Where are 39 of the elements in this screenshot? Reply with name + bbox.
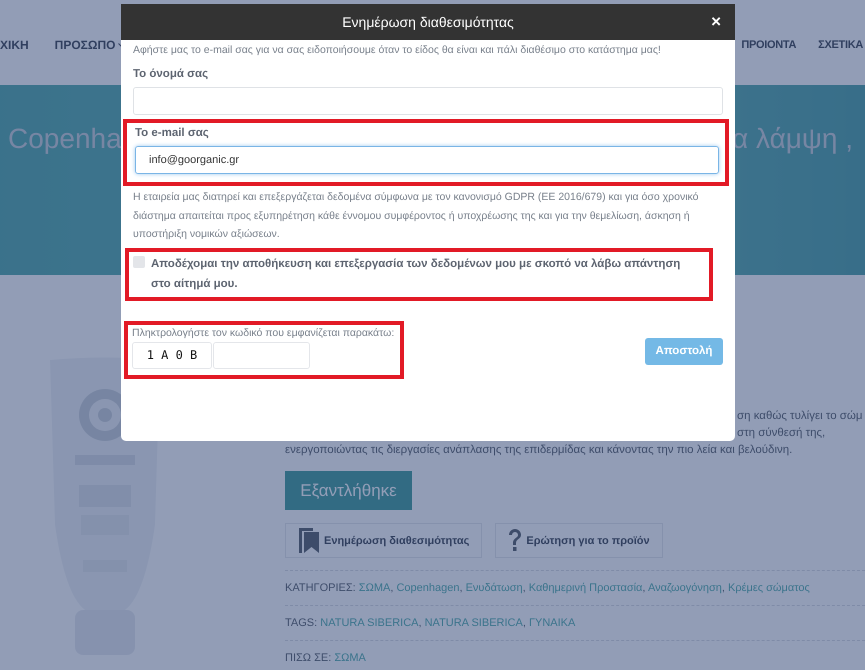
nav-link[interactable]: ΣΧΕΤΙΚΑ [818,39,863,51]
action-button[interactable]: Ενημέρωση διαθεσιμότητας [285,523,482,558]
meta-link[interactable]: ΣΩΜΑ [358,582,390,594]
nav-link[interactable]: ΠΡΟΙΟΝΤΑ [741,39,796,51]
meta-link[interactable]: NATURA SIBERICA [320,617,418,629]
name-field[interactable] [133,87,723,115]
nav-link[interactable]: ΧΙΚΗ [0,38,29,52]
meta-line: ΚΑΤΗΓΟΡΙΕΣ: ΣΩΜΑ, Copenhagen, Ενυδάτωση, Καθημερινή Προστασία, Αναζωογόνηση, Κρέμες σώματος [285,582,810,594]
meta-link[interactable]: Κρέμες σώματος [728,582,810,594]
captcha-field[interactable] [213,342,310,368]
captcha-label: Πληκτρολογήστε τον κωδικό που εμφανίζεται παρακάτω: [132,326,394,338]
meta-line: TAGS: NATURA SIBERICA, NATURA SIBERICA, ΓΥΝΑΙΚΑ [285,617,576,629]
meta-line: ΠΙΣΩ ΣΕ: ΣΩΜΑ [285,652,366,664]
field-label: Το e-mail σας [135,127,210,139]
consent-label: Αποδέχομαι την αποθήκευση και επεξεργασία των δεδομένων μου με σκοπό να λάβω απάντηση στο αίτημά μου. [151,256,682,292]
submit-button[interactable]: Αποστολή [645,338,723,364]
meta-link[interactable]: Καθημερινή Προστασία [528,582,642,594]
action-button[interactable]: Ερώτηση για το προϊόν [495,523,663,558]
question-icon [508,528,522,552]
field-label: Το όνομά σας [133,68,210,80]
privacy-text: Η εταιρεία μας διατηρεί και επεξεργάζεται δεδομένα σύμφωνα με τον κανονισμό GDPR (ΕΕ 2016/679) και για όσο χρονικό διάστημα απαιτείται προς εξυπηρέτηση κάθε έννομου συμφέροντος ή υποχρέωσης της και για την θεμελίωση, άσκηση ή υποστήριξη νομικών αξιώσεων. [133,190,700,242]
hero-title: Copenha [8,123,122,155]
meta-link[interactable]: Αναζωογόνηση [648,582,722,594]
bookmark-icon [298,527,320,554]
description-text: στη σύνθεσή της, [737,427,826,439]
captcha-code: 1 A 0 B [132,342,212,368]
intro-text: Αφήστε μας το e-mail σας για να σας ειδοποιήσουμε όταν το είδος θα είναι και πάλι διαθέσιμο στο κατάστημα μας! [133,44,662,56]
meta-link[interactable]: Ενυδάτωση [466,582,523,594]
meta-link[interactable]: NATURA SIBERICA [424,617,523,629]
close-button[interactable]: × [711,13,721,30]
description-text: ση καθώς τυλίγει το σώμ [737,410,862,422]
meta-link[interactable]: ΣΩΜΑ [334,652,366,664]
meta-link[interactable]: ΓΥΝΑΙΚΑ [528,617,576,629]
sold-out-button[interactable]: Εξαντλήθηκε [285,471,412,510]
consent-checkbox[interactable] [133,256,145,268]
email-field[interactable]: info@goorganic.gr [135,146,719,174]
meta-link[interactable]: Copenhagen [396,582,460,594]
modal-title: Ενημέρωση διαθεσιμότητας [342,14,514,30]
description-text: ενεργοποιώντας τις διεργασίες ανάπλασης της επιδερμίδας και κάνοντας την πιο λεία και βελούδινη. [285,444,792,456]
